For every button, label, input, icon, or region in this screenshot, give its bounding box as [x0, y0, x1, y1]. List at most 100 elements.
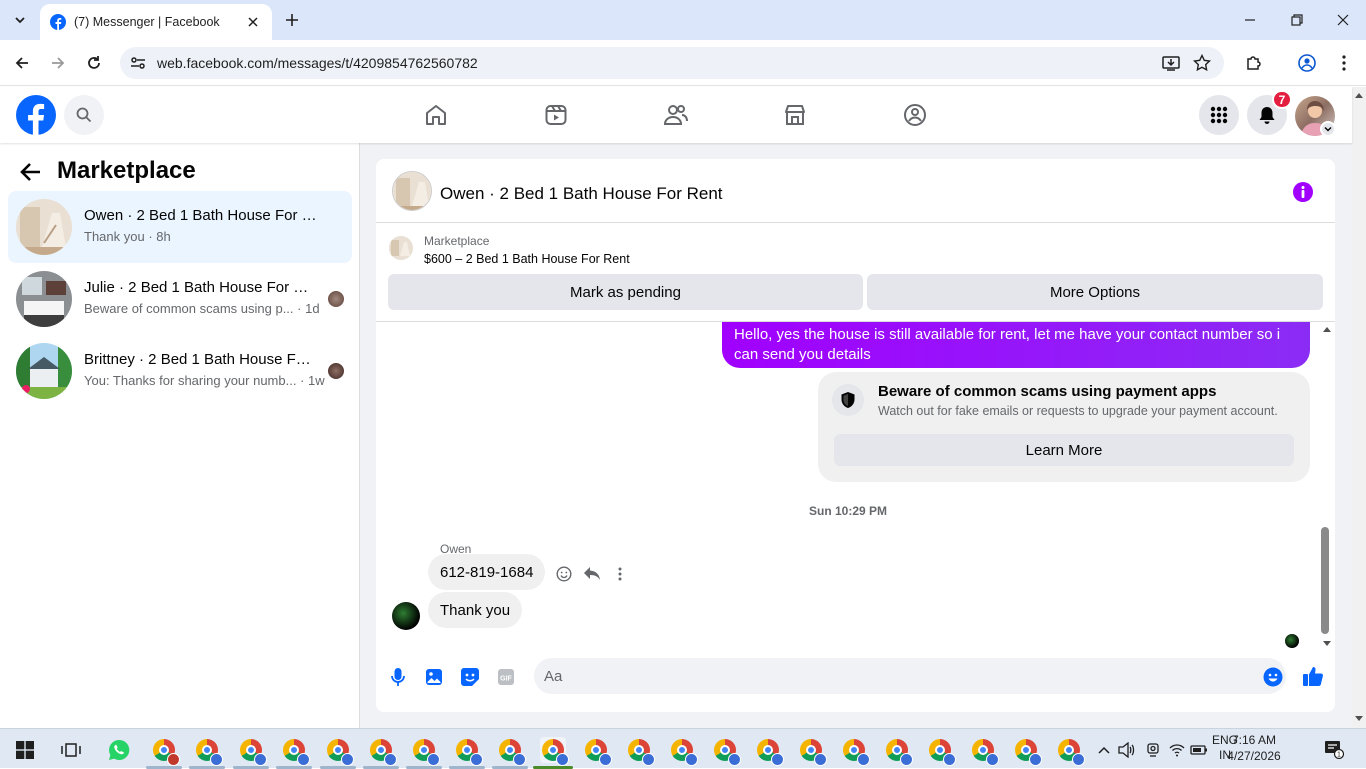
browser-tab[interactable]: (7) Messenger | Facebook: [40, 4, 272, 40]
chrome-profile-12[interactable]: [626, 737, 655, 766]
facebook-search-button[interactable]: [64, 95, 104, 135]
attach-photo-button[interactable]: [422, 665, 446, 689]
chrome-profile-15[interactable]: [755, 737, 784, 766]
address-bar[interactable]: web.facebook.com/messages/t/420985476256…: [120, 47, 1224, 79]
chrome-profile-2[interactable]: [194, 737, 223, 766]
camera-privacy-button[interactable]: [1142, 737, 1164, 763]
windows-logo-icon: [16, 741, 34, 759]
system-clock[interactable]: 7:16 AM 4/27/2026: [1226, 732, 1282, 764]
chrome-icon: [671, 739, 698, 766]
chrome-profile-13[interactable]: [669, 737, 698, 766]
whatsapp-taskbar-button[interactable]: [106, 737, 132, 763]
chrome-profile-7[interactable]: [411, 737, 440, 766]
page-scrollbar[interactable]: [1352, 87, 1366, 728]
conversation-item-brittney[interactable]: Brittney · 2 Bed 1 Bath House For Rent Y…: [8, 335, 352, 407]
bell-icon: [1259, 107, 1275, 124]
site-settings-icon[interactable]: [130, 55, 146, 71]
thread-scroll-thumb[interactable]: [1321, 527, 1329, 634]
chrome-profile-5[interactable]: [325, 737, 354, 766]
chrome-profile-22[interactable]: [1056, 737, 1085, 766]
chat-title[interactable]: Owen · 2 Bed 1 Bath House For Rent: [440, 184, 723, 204]
more-options-button[interactable]: More Options: [867, 274, 1323, 310]
new-tab-button[interactable]: [282, 10, 302, 30]
whatsapp-icon: [109, 739, 130, 760]
nav-friends[interactable]: [660, 99, 692, 131]
listing-thumbnail[interactable]: [389, 236, 413, 260]
close-window-button[interactable]: [1331, 8, 1355, 32]
chrome-profile-10-active[interactable]: [540, 737, 569, 766]
chrome-profile-6[interactable]: [368, 737, 397, 766]
chrome-profile-18[interactable]: [884, 737, 913, 766]
chrome-profile-4[interactable]: [281, 737, 310, 766]
extensions-button[interactable]: [1242, 51, 1266, 75]
chrome-profile-3[interactable]: [238, 737, 267, 766]
install-app-icon[interactable]: [1162, 54, 1180, 72]
sent-message-bubble[interactable]: Hello, yes the house is still available …: [722, 322, 1310, 368]
react-button[interactable]: [552, 562, 576, 586]
chevron-down-icon: [1324, 126, 1332, 132]
learn-more-button[interactable]: Learn More: [834, 434, 1294, 466]
notification-center-button[interactable]: 1: [1324, 739, 1344, 759]
sticker-button[interactable]: [458, 665, 482, 689]
bookmark-star-icon[interactable]: [1193, 54, 1211, 72]
message-input[interactable]: [534, 658, 1286, 694]
network-button[interactable]: [1166, 737, 1188, 763]
nav-home[interactable]: [420, 99, 452, 131]
chrome-profile-1[interactable]: [151, 737, 180, 766]
mark-as-pending-button[interactable]: Mark as pending: [388, 274, 863, 310]
nav-gaming[interactable]: [899, 99, 931, 131]
voice-clip-button[interactable]: [386, 665, 410, 689]
gif-button[interactable]: GIF: [494, 665, 518, 689]
sender-avatar[interactable]: [392, 602, 420, 630]
gif-icon: GIF: [498, 669, 514, 685]
minimize-button[interactable]: [1238, 8, 1262, 32]
reply-button[interactable]: [580, 562, 604, 586]
received-message-bubble[interactable]: Thank you: [428, 592, 523, 628]
task-view-button[interactable]: [58, 737, 84, 763]
chrome-profile-11[interactable]: [583, 737, 612, 766]
volume-button[interactable]: [1116, 737, 1138, 763]
restore-button[interactable]: [1285, 8, 1309, 32]
send-like-button[interactable]: [1301, 664, 1325, 688]
chrome-profile-9[interactable]: [497, 737, 526, 766]
chrome-profile-16[interactable]: [798, 737, 827, 766]
listing-detail[interactable]: $600 – 2 Bed 1 Bath House For Rent: [424, 252, 630, 266]
tab-search-button[interactable]: [8, 8, 32, 32]
show-hidden-icons-button[interactable]: [1094, 737, 1114, 763]
chrome-icon: [196, 739, 223, 766]
notification-badge: 7: [1272, 90, 1292, 109]
back-arrow-icon[interactable]: [20, 161, 42, 183]
facebook-logo-icon[interactable]: [16, 95, 56, 135]
more-actions-button[interactable]: [608, 562, 632, 586]
browser-menu-button[interactable]: [1332, 51, 1356, 75]
chrome-profile-17[interactable]: [841, 737, 870, 766]
tab-close-button[interactable]: [244, 13, 262, 31]
conversation-item-owen[interactable]: Owen · 2 Bed 1 Bath House For Rent Thank…: [8, 191, 352, 263]
chrome-profile-21[interactable]: [1013, 737, 1042, 766]
chrome-profile-8[interactable]: [454, 737, 483, 766]
reload-button[interactable]: [82, 51, 106, 75]
chrome-icon: [585, 739, 612, 766]
marketplace-icon: [785, 105, 805, 125]
more-vertical-icon: [618, 567, 622, 581]
nav-marketplace[interactable]: [779, 99, 811, 131]
forward-button[interactable]: [46, 51, 70, 75]
back-button[interactable]: [10, 51, 34, 75]
conversation-item-julie[interactable]: Julie · 2 Bed 1 Bath House For Rent Bewa…: [8, 263, 352, 335]
menu-button[interactable]: [1199, 95, 1239, 135]
info-icon[interactable]: [1292, 181, 1314, 203]
nav-video[interactable]: [540, 99, 572, 131]
chrome-profile-19[interactable]: [927, 737, 956, 766]
start-button[interactable]: [12, 737, 38, 763]
chat-avatar[interactable]: [392, 171, 432, 211]
house-interior-photo-icon: [393, 172, 431, 210]
battery-button[interactable]: [1188, 737, 1210, 763]
account-caret-button[interactable]: [1320, 121, 1336, 137]
thumbs-up-icon: [1303, 667, 1323, 686]
received-message-bubble[interactable]: 612-819-1684: [428, 554, 546, 590]
restore-icon: [1291, 14, 1303, 26]
chrome-profile-14[interactable]: [712, 737, 741, 766]
profile-button[interactable]: [1295, 51, 1319, 75]
chrome-profile-20[interactable]: [970, 737, 999, 766]
emoji-button[interactable]: [1261, 665, 1285, 689]
